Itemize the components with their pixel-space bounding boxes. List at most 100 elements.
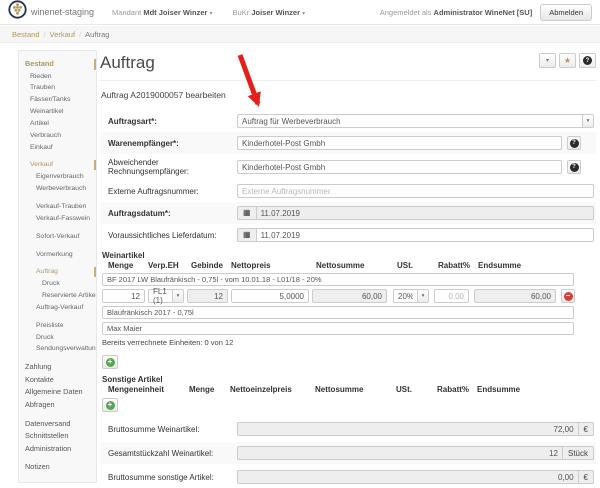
sidebar-item-auftrag[interactable]: Auftrag: [19, 266, 96, 278]
sidebar-item-artikel[interactable]: Artikel: [19, 118, 96, 130]
star-icon: ★: [564, 56, 571, 65]
rechnungsempfaenger-info-button[interactable]: ?: [567, 160, 581, 174]
sidebar-item-verkauf[interactable]: Verkauf: [19, 159, 96, 171]
sidebar-item-verkauf-fasswein[interactable]: Verkauf-Fasswein: [19, 213, 96, 225]
auftragsdatum-label: Auftragsdatum*:: [108, 209, 237, 218]
sidebar-item-administration[interactable]: Administration: [19, 443, 96, 456]
sidebar-item-preisliste[interactable]: Preisliste: [19, 320, 96, 332]
sidebar-item-datenversand[interactable]: Datenversand: [19, 418, 96, 431]
winenet-logo-icon: [8, 0, 27, 24]
sidebar-item-abfragen[interactable]: Abfragen: [19, 399, 96, 412]
rabatt-input[interactable]: 0,00: [434, 289, 469, 303]
breadcrumb-verkauf[interactable]: Verkauf: [50, 30, 75, 39]
billed-units-info: Bereits verrechnete Einheiten: 0 von 12: [102, 338, 596, 347]
sidebar-item-zahlung[interactable]: Zahlung: [19, 361, 96, 374]
chevron-down-icon: ▾: [582, 115, 593, 127]
sidebar-item-kontakte[interactable]: Kontakte: [19, 374, 96, 387]
info-icon: ?: [570, 163, 579, 172]
help-icon: ?: [583, 56, 592, 65]
sidebar-item-bestand[interactable]: Bestand: [19, 58, 96, 71]
sidebar-item-auftrag-verkauf[interactable]: Auftrag-Verkauf: [19, 302, 96, 314]
col-rabatt: Rabatt%: [433, 385, 468, 394]
col-verp-eh: Verp.EH: [148, 261, 184, 270]
logged-in-user: Administrator WineNet [SU]: [434, 8, 533, 17]
sidebar-item-sofort-verkauf[interactable]: Sofort-Verkauf: [19, 231, 96, 243]
sidebar-item-sendungsverwaltung[interactable]: Sendungsverwaltung: [19, 343, 96, 355]
sidebar-item-schnittstellen[interactable]: Schnittstellen: [19, 430, 96, 443]
sidebar-item-druck-2[interactable]: Druck: [19, 332, 96, 344]
favorite-button[interactable]: ★: [559, 53, 576, 68]
warenempfaenger-label: Warenempfänger*:: [108, 139, 237, 148]
breadcrumb-current: Auftrag: [85, 30, 109, 39]
help-button[interactable]: ?: [579, 53, 596, 68]
wine-name-text: Blaufränkisch 2017 - 0,75l: [107, 308, 194, 317]
total-row-brutto-sonstige: Bruttosumme sonstige Artikel: 0,00 €: [100, 466, 596, 488]
form-row-lieferdatum: Voraussichtliches Lieferdatum: ▦ 11.07.2…: [100, 224, 596, 246]
sidebar-item-verkauf-trauben[interactable]: Verkauf-Trauben: [19, 201, 96, 213]
info-icon: ?: [570, 139, 579, 148]
sonstige-column-headers: Mengeneinheit Menge Nettoeinzelpreis Net…: [102, 385, 596, 394]
add-sonstige-artikel-button[interactable]: +: [102, 398, 118, 412]
breadcrumb-separator: /: [79, 30, 81, 39]
lieferdatum-label: Voraussichtliches Lieferdatum:: [108, 231, 237, 240]
rechnungsempfaenger-input[interactable]: Kinderhotel-Post Gmbh: [237, 160, 562, 174]
sidebar-item-notizen[interactable]: Notizen: [19, 461, 96, 474]
col-rabatt: Rabatt%: [434, 261, 469, 270]
auftragsart-select[interactable]: Auftrag für Werbeverbrauch ▾: [237, 114, 594, 128]
remove-icon: −: [564, 292, 573, 301]
menge-input[interactable]: 12: [102, 289, 145, 303]
weinartikel-column-headers: Menge Verp.EH Gebinde Nettopreis Nettosu…: [102, 261, 596, 270]
col-menge: Menge: [102, 261, 145, 270]
sidebar-item-einkauf[interactable]: Einkauf: [19, 142, 96, 154]
externe-nr-input[interactable]: Externe Auftragsnummer: [237, 184, 594, 198]
logout-button[interactable]: Abmelden: [540, 4, 592, 21]
remove-item-button[interactable]: −: [561, 289, 575, 303]
app-brand[interactable]: winenet-staging: [8, 0, 94, 24]
mandant-dropdown[interactable]: Mandant Mdt Joiser Winzer ▾: [112, 8, 213, 17]
calendar-icon: ▦: [237, 206, 256, 220]
endsumme-input: 60,00: [474, 289, 556, 303]
sidebar-item-faesser-tanks[interactable]: Fässer/Tanks: [19, 94, 96, 106]
note-text-value: Max Maier: [107, 324, 142, 333]
logged-in-info: Angemeldet als Administrator WineNet [SU…: [380, 8, 532, 17]
title-divider: [100, 80, 596, 81]
col-menge: Menge: [189, 385, 227, 394]
weinartikel-note-input[interactable]: Max Maier: [102, 322, 574, 335]
total-row-brutto-wein: Bruttosumme Weinartikel: 72,00 €: [100, 418, 596, 440]
auftragsdatum-value: 11.07.2019: [261, 209, 300, 218]
bukr-dropdown[interactable]: BuKr Joiser Winzer ▾: [233, 8, 306, 17]
sidebar-item-verbrauch[interactable]: Verbrauch: [19, 130, 96, 142]
sidebar-item-druck[interactable]: Druck: [19, 278, 96, 290]
add-weinartikel-button[interactable]: +: [102, 355, 118, 369]
app-name: winenet-staging: [31, 7, 94, 17]
sidebar-item-rieden[interactable]: Rieden: [19, 71, 96, 83]
sidebar-item-eigenverbrauch[interactable]: Eigenverbrauch: [19, 171, 96, 183]
chevron-down-icon: ▾: [172, 290, 183, 302]
sidebar-item-reservierte-artikel[interactable]: Reservierte Artikel: [19, 290, 96, 302]
ust-select[interactable]: 20% (C ▾: [393, 289, 429, 303]
warenempfaenger-info-button[interactable]: ?: [567, 136, 581, 150]
breadcrumb-bestand[interactable]: Bestand: [12, 30, 40, 39]
sidebar-item-vormerkung[interactable]: Vormerkung: [19, 249, 96, 261]
chevron-down-icon: ▾: [302, 11, 305, 17]
total-row-stueckzahl: Gesamtstückzahl Weinartikel: 12 Stück: [100, 442, 596, 464]
col-mengeneinheit: Mengeneinheit: [102, 385, 186, 394]
add-icon: +: [106, 358, 115, 367]
sidebar-item-trauben[interactable]: Trauben: [19, 82, 96, 94]
warenempfaenger-value: Kinderhotel-Post Gmbh: [242, 139, 325, 148]
sidebar-item-werbeverbrauch[interactable]: Werbeverbrauch: [19, 183, 96, 195]
verp-eh-select[interactable]: FL1 (1) ▾: [148, 289, 184, 303]
sidebar-item-allgemeine-daten[interactable]: Allgemeine Daten: [19, 386, 96, 399]
lieferdatum-input[interactable]: 11.07.2019: [256, 228, 594, 242]
weinartikel-description-text: BF 2017 LW Blaufränkisch - 0,75l - vom 1…: [107, 275, 322, 284]
chevron-down-icon: ▾: [546, 57, 549, 64]
warenempfaenger-input[interactable]: Kinderhotel-Post Gmbh: [237, 136, 562, 150]
externe-nr-label: Externe Auftragsnummer:: [108, 187, 237, 196]
nettopreis-input[interactable]: 5,0000: [231, 289, 309, 303]
main-content: Auftrag ▾ ★ ? Auftrag A2019000057 bearbe…: [100, 47, 596, 488]
stueckzahl-value: 12: [237, 446, 563, 460]
page-actions-dropdown-button[interactable]: ▾: [539, 53, 556, 68]
sidebar-item-weinartikel[interactable]: Weinartikel: [19, 106, 96, 118]
rabatt-value: 0,00: [448, 292, 464, 301]
form-row-warenempfaenger: Warenempfänger*: Kinderhotel-Post Gmbh ?: [100, 132, 596, 154]
